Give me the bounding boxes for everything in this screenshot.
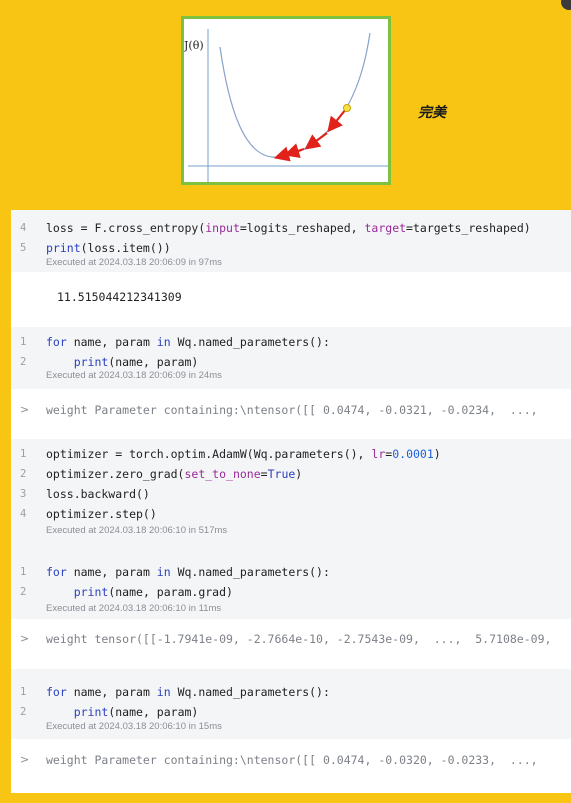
execution-meta: Executed at 2024.03.18 20:06:09 in 24ms bbox=[46, 370, 222, 381]
line-number: 1 bbox=[20, 686, 27, 698]
line-number: 2 bbox=[20, 706, 27, 718]
execution-meta: Executed at 2024.03.18 20:06:10 in 15ms bbox=[46, 721, 222, 732]
line-number: 1 bbox=[20, 336, 27, 348]
line-number: 1 bbox=[20, 566, 27, 578]
output-text: weight tensor([[-1.7941e-09, -2.7664e-10… bbox=[46, 632, 552, 646]
corner-avatar-icon bbox=[561, 0, 571, 10]
line-number: 2 bbox=[20, 468, 27, 480]
line-number: 4 bbox=[20, 508, 27, 520]
code-cell[interactable]: 4 loss = F.cross_entropy(input=logits_res… bbox=[11, 210, 571, 272]
code-text: for name, param in Wq.named_parameters()… bbox=[46, 685, 330, 699]
expand-output-icon[interactable]: > bbox=[20, 753, 29, 766]
cell-output: 11.515044212341309 bbox=[11, 272, 571, 327]
code-text: for name, param in Wq.named_parameters()… bbox=[46, 565, 330, 579]
gradient-descent-figure: J(θ) bbox=[181, 16, 391, 185]
output-text: 11.515044212341309 bbox=[57, 290, 182, 304]
line-number: 5 bbox=[20, 242, 27, 254]
cell-output: > weight Parameter containing:\ntensor([[… bbox=[11, 739, 571, 793]
expand-output-icon[interactable]: > bbox=[20, 403, 29, 416]
line-number: 4 bbox=[20, 222, 27, 234]
code-text: print(name, param) bbox=[73, 705, 199, 719]
cell-output: > weight Parameter containing:\ntensor([[… bbox=[11, 389, 571, 439]
expand-output-icon[interactable]: > bbox=[20, 632, 29, 645]
output-text: weight Parameter containing:\ntensor([[ … bbox=[46, 753, 538, 767]
notebook: 4 loss = F.cross_entropy(input=logits_res… bbox=[11, 210, 571, 793]
code-text: loss.backward() bbox=[46, 487, 150, 501]
execution-meta: Executed at 2024.03.18 20:06:10 in 11ms bbox=[46, 603, 222, 614]
execution-meta: Executed at 2024.03.18 20:06:09 in 97ms bbox=[46, 257, 222, 268]
code-text: optimizer = torch.optim.AdamW(Wq.paramet… bbox=[46, 447, 441, 461]
code-cell[interactable]: 1 for name, param in Wq.named_parameters(… bbox=[11, 327, 571, 389]
caption: 完美 bbox=[418, 105, 446, 121]
start-point bbox=[343, 104, 351, 112]
output-text: weight Parameter containing:\ntensor([[ … bbox=[46, 403, 538, 417]
descent-arrow bbox=[304, 132, 328, 150]
code-text: optimizer.zero_grad(set_to_none=True) bbox=[46, 467, 303, 481]
line-number: 2 bbox=[20, 586, 27, 598]
code-cell[interactable]: 1 optimizer = torch.optim.AdamW(Wq.parame… bbox=[11, 439, 571, 556]
line-number: 2 bbox=[20, 356, 27, 368]
code-text: for name, param in Wq.named_parameters()… bbox=[46, 335, 330, 349]
axis-label: J(θ) bbox=[184, 39, 204, 52]
code-cell[interactable]: 1 for name, param in Wq.named_parameters(… bbox=[11, 556, 571, 619]
code-text: optimizer.step() bbox=[46, 507, 157, 521]
cell-output: > weight tensor([[-1.7941e-09, -2.7664e-1… bbox=[11, 619, 571, 669]
code-text: loss = F.cross_entropy(input=logits_resh… bbox=[46, 221, 531, 235]
code-cell[interactable]: 1 for name, param in Wq.named_parameters(… bbox=[11, 669, 571, 739]
code-text: print(loss.item()) bbox=[46, 241, 171, 255]
line-number: 1 bbox=[20, 448, 27, 460]
execution-meta: Executed at 2024.03.18 20:06:10 in 517ms bbox=[46, 525, 228, 536]
line-number: 3 bbox=[20, 488, 27, 500]
descent-arrow bbox=[327, 108, 347, 133]
code-text: print(name, param.grad) bbox=[73, 585, 233, 599]
code-text: print(name, param) bbox=[73, 355, 199, 369]
loss-curve-plot: J(θ) bbox=[184, 29, 388, 182]
loss-curve bbox=[219, 32, 371, 158]
